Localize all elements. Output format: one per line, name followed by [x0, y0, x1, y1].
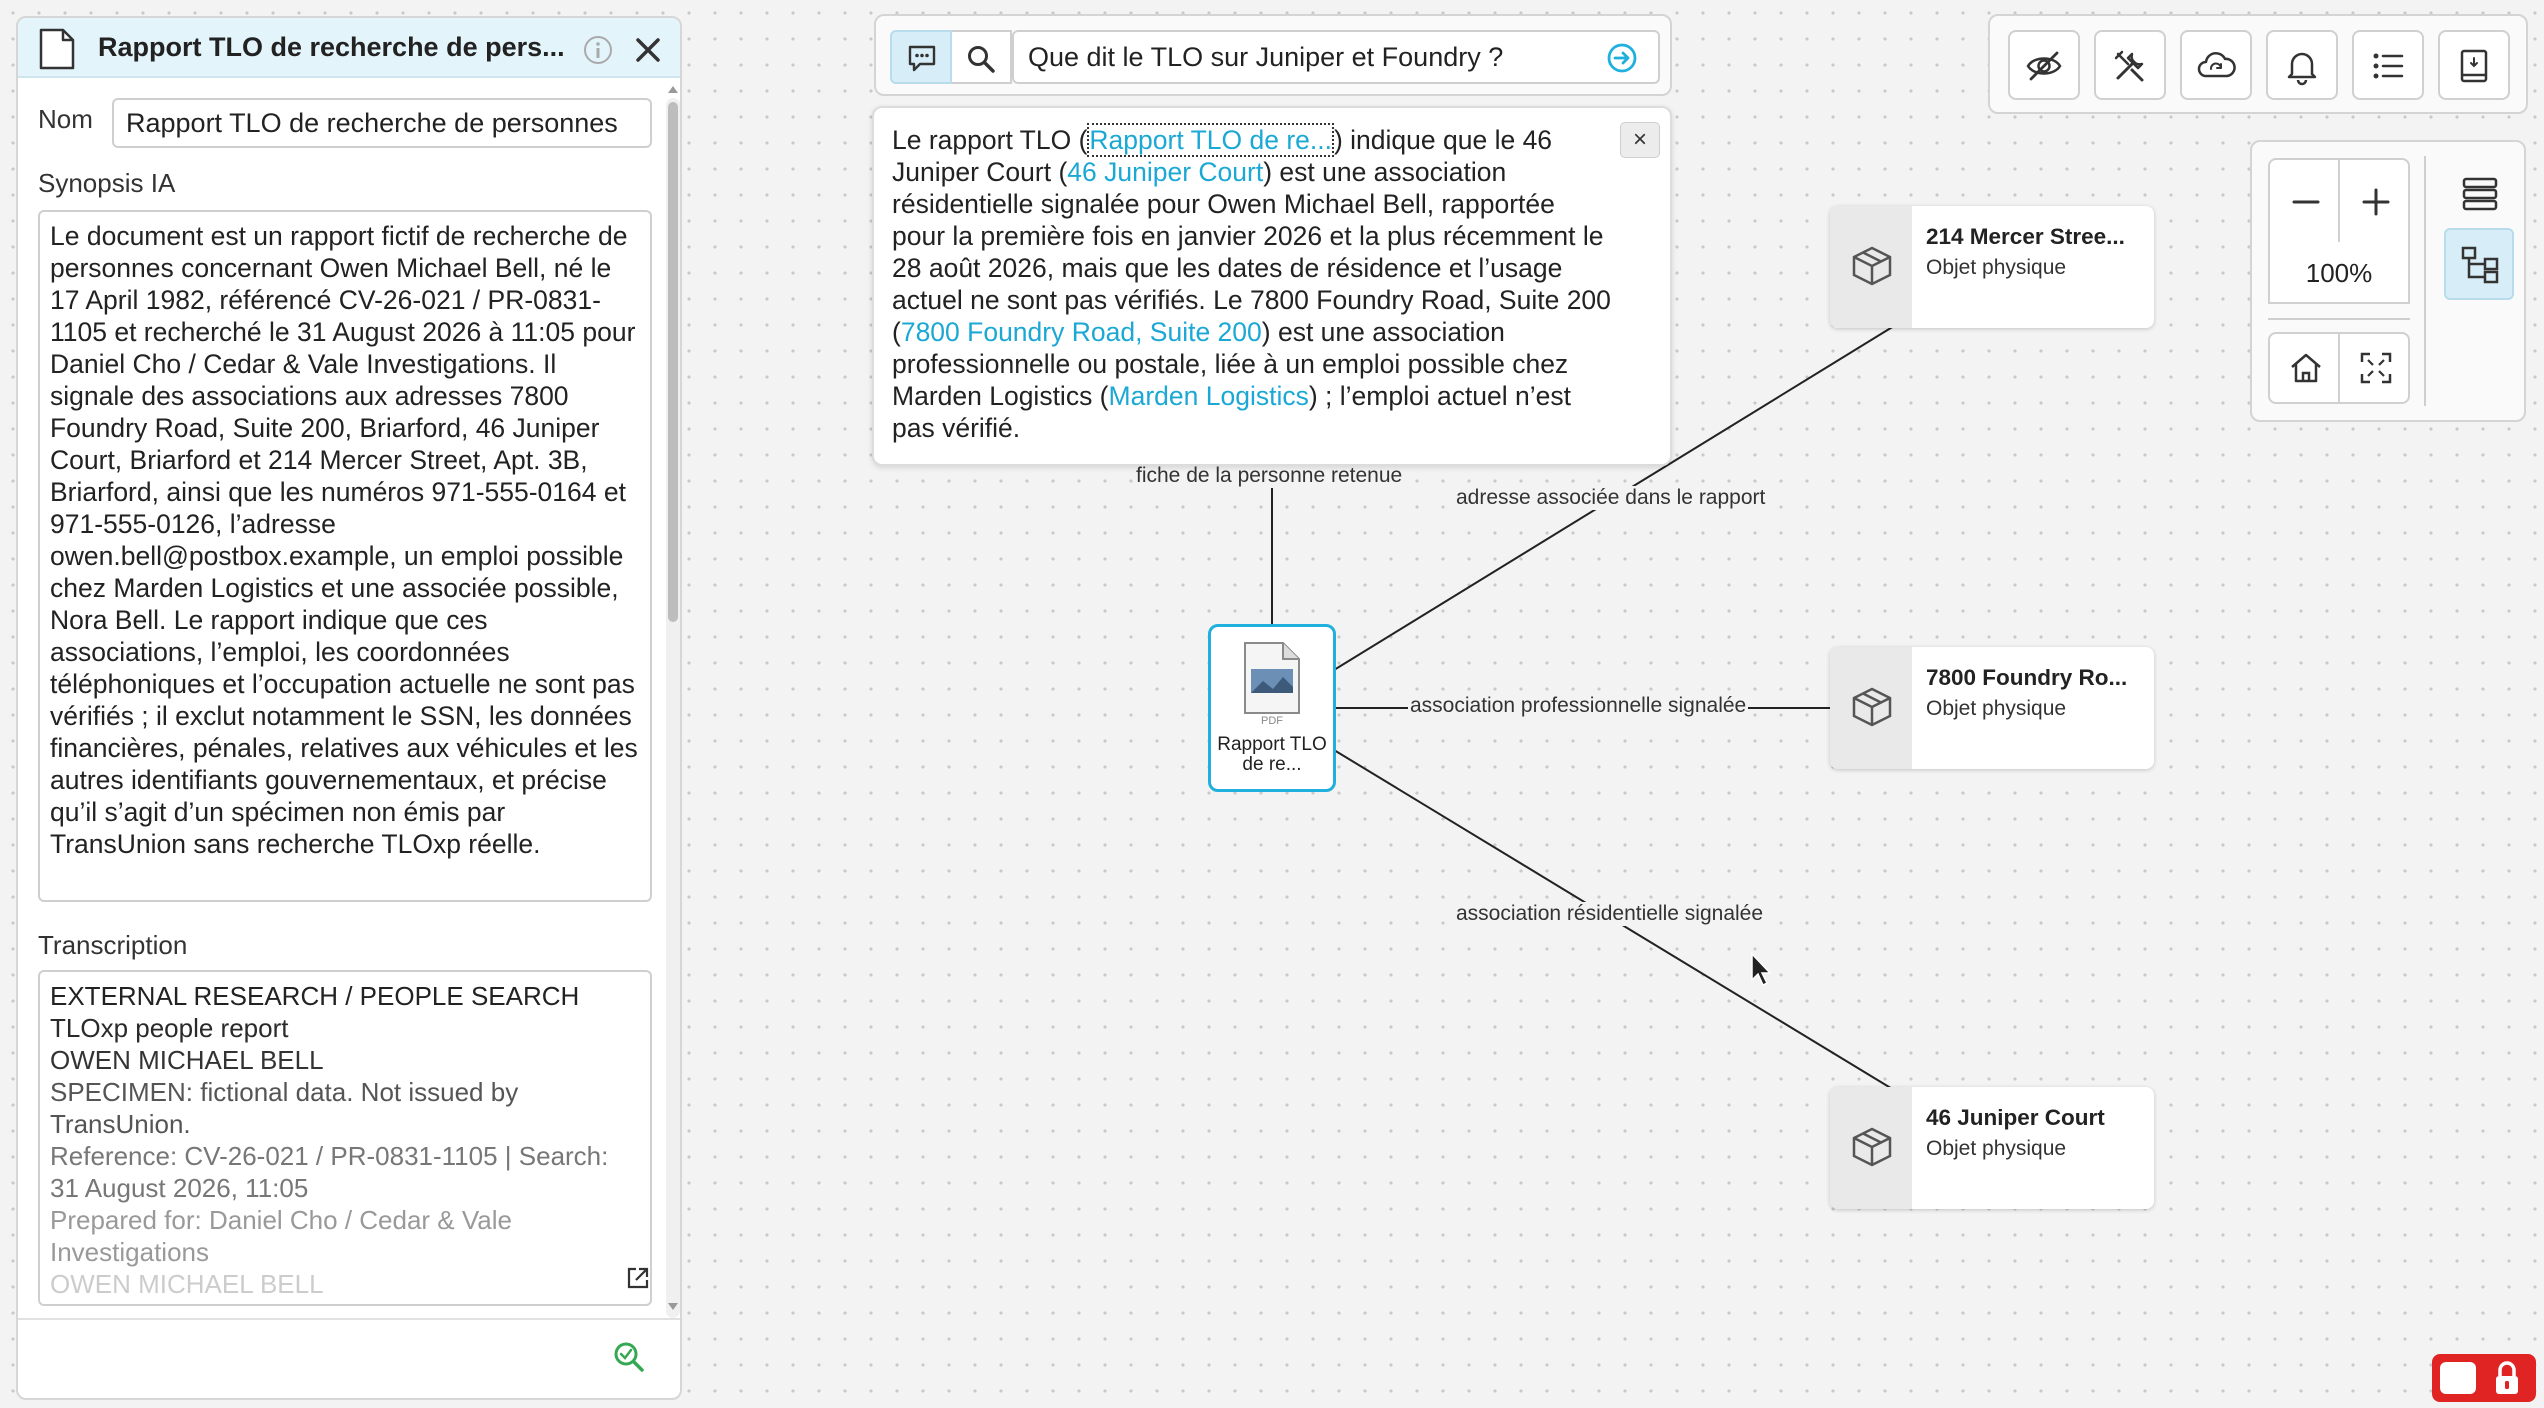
document-node[interactable]: PDF Rapport TLO de re...	[1208, 624, 1336, 792]
list-icon	[2373, 53, 2404, 79]
name-input[interactable]	[112, 98, 652, 148]
zoom-panel: 100%	[2250, 140, 2526, 422]
answer-text: Le rapport TLO (Rapport TLO de re...) in…	[892, 123, 1612, 444]
notifications-button[interactable]	[2266, 30, 2338, 100]
top-toolbar	[1988, 14, 2528, 114]
package-icon	[1852, 246, 1892, 286]
panel-scroll-thumb[interactable]	[668, 102, 678, 622]
transcription-line: EXTERNAL RESEARCH / PEOPLE SEARCH	[50, 981, 580, 1011]
eye-slash-icon	[2026, 51, 2062, 81]
package-icon	[1852, 1127, 1892, 1167]
answer-card: Le rapport TLO (Rapport TLO de re...) in…	[872, 106, 1672, 466]
transcription-line: Prepared for: Daniel Cho / Cedar & Vale …	[50, 1205, 512, 1267]
document-icon	[39, 28, 75, 70]
pdf-badge: PDF	[1261, 715, 1283, 727]
scroll-down-icon[interactable]	[667, 1302, 679, 1312]
pdf-file-icon	[1244, 642, 1300, 714]
panel-title: Rapport TLO de recherche de pers...	[98, 32, 565, 62]
lock-icon	[2496, 1361, 2518, 1394]
notebook-button[interactable]	[2438, 30, 2510, 100]
entity-node-foundry[interactable]: 7800 Foundry Ro... Objet physique	[1830, 647, 2154, 769]
panel-footer-divider	[18, 1318, 680, 1320]
answer-link-document[interactable]: Rapport TLO de re...	[1087, 123, 1334, 157]
entity-node-mercer[interactable]: 214 Mercer Stree... Objet physique	[1830, 206, 2154, 328]
answer-text-part: Le rapport TLO (	[892, 125, 1088, 155]
home-icon	[2291, 353, 2321, 383]
transcription-line: Reference: CV-26-021 / PR-0831-1105 | Se…	[50, 1141, 609, 1203]
zoom-out-button[interactable]	[2268, 158, 2340, 244]
document-node-label: Rapport TLO de re...	[1217, 734, 1327, 775]
synopsis-label: Synopsis IA	[38, 168, 176, 198]
list-layout-icon	[2462, 177, 2498, 211]
search-input[interactable]	[1012, 30, 1660, 84]
entity-type: Objet physique	[1926, 256, 2067, 279]
synopsis-text[interactable]: Le document est un rapport fictif de rec…	[38, 210, 652, 902]
mouse-cursor-icon	[1751, 952, 1772, 987]
info-icon[interactable]	[582, 34, 614, 66]
cloud-sync-icon	[2197, 52, 2236, 78]
home-view-button[interactable]	[2268, 332, 2340, 404]
scroll-up-icon[interactable]	[667, 84, 679, 94]
entity-icon-area	[1830, 1087, 1912, 1209]
search-check-icon[interactable]	[612, 1340, 646, 1374]
fit-view-icon	[2360, 352, 2392, 384]
chat-mode-button[interactable]	[890, 30, 952, 84]
submit-arrow-icon[interactable]	[1606, 42, 1638, 74]
answer-link-juniper[interactable]: 46 Juniper Court	[1067, 157, 1263, 187]
graph-layout-button[interactable]	[2444, 228, 2514, 300]
open-external-icon[interactable]	[626, 1266, 650, 1290]
tools-button[interactable]	[2094, 30, 2166, 100]
list-layout-button[interactable]	[2444, 158, 2514, 228]
entity-title: 214 Mercer Stree...	[1926, 224, 2125, 249]
search-bar	[874, 14, 1672, 96]
transcription-line: OWEN MICHAEL BELL	[50, 1045, 324, 1075]
plus-icon	[2362, 188, 2390, 216]
entity-icon-area	[1830, 647, 1912, 769]
zoom-panel-separator	[2424, 156, 2426, 406]
entity-icon-area	[1830, 206, 1912, 328]
answer-close-button[interactable]: ×	[1620, 122, 1660, 158]
entity-type: Objet physique	[1926, 1137, 2067, 1160]
chat-bubble-icon	[908, 45, 936, 72]
bell-icon	[2287, 52, 2317, 86]
name-label: Nom	[38, 104, 93, 134]
package-icon	[1852, 687, 1892, 727]
zoom-divider	[2268, 318, 2410, 320]
edge-label-mercer: adresse associée dans le rapport	[1454, 486, 1768, 510]
edge-label-foundry: association professionnelle signalée	[1408, 694, 1749, 718]
edge-label-person-record: fiche de la personne retenue	[1134, 464, 1405, 488]
list-view-button[interactable]	[2352, 30, 2424, 100]
zoom-in-button[interactable]	[2338, 158, 2410, 244]
transcription-line: SPECIMEN: fictional data. Not issued by …	[50, 1077, 519, 1139]
answer-link-foundry[interactable]: 7800 Foundry Road, Suite 200	[901, 317, 1262, 347]
minus-icon	[2292, 200, 2320, 204]
graph-layout-icon	[2461, 246, 2499, 284]
fit-view-button[interactable]	[2338, 332, 2410, 404]
entity-title: 7800 Foundry Ro...	[1926, 665, 2128, 690]
close-icon[interactable]	[632, 34, 664, 66]
transcription-line: TLOxp people report	[50, 1013, 289, 1043]
entity-type: Objet physique	[1926, 697, 2067, 720]
transcription-text[interactable]: EXTERNAL RESEARCH / PEOPLE SEARCH TLOxp …	[38, 970, 652, 1306]
answer-link-marden[interactable]: Marden Logistics	[1109, 381, 1309, 411]
search-mode-button[interactable]	[952, 30, 1012, 84]
entity-title: 46 Juniper Court	[1926, 1105, 2105, 1130]
transcription-label: Transcription	[38, 930, 188, 960]
detail-panel: Rapport TLO de recherche de pers... Nom …	[16, 16, 682, 1400]
panel-header: Rapport TLO de recherche de pers...	[18, 18, 680, 78]
notebook-icon	[2460, 49, 2488, 83]
tools-icon	[2114, 50, 2144, 82]
lock-toggle-knob	[2440, 1362, 2476, 1394]
lock-toggle[interactable]	[2432, 1354, 2536, 1402]
transcription-line: OWEN MICHAEL BELL	[50, 1269, 324, 1299]
visibility-toggle-button[interactable]	[2008, 30, 2080, 100]
search-icon	[968, 46, 995, 73]
entity-node-juniper[interactable]: 46 Juniper Court Objet physique	[1830, 1087, 2154, 1209]
zoom-level: 100%	[2268, 242, 2410, 304]
edge-label-juniper: association résidentielle signalée	[1454, 902, 1766, 926]
cloud-sync-button[interactable]	[2180, 30, 2252, 100]
